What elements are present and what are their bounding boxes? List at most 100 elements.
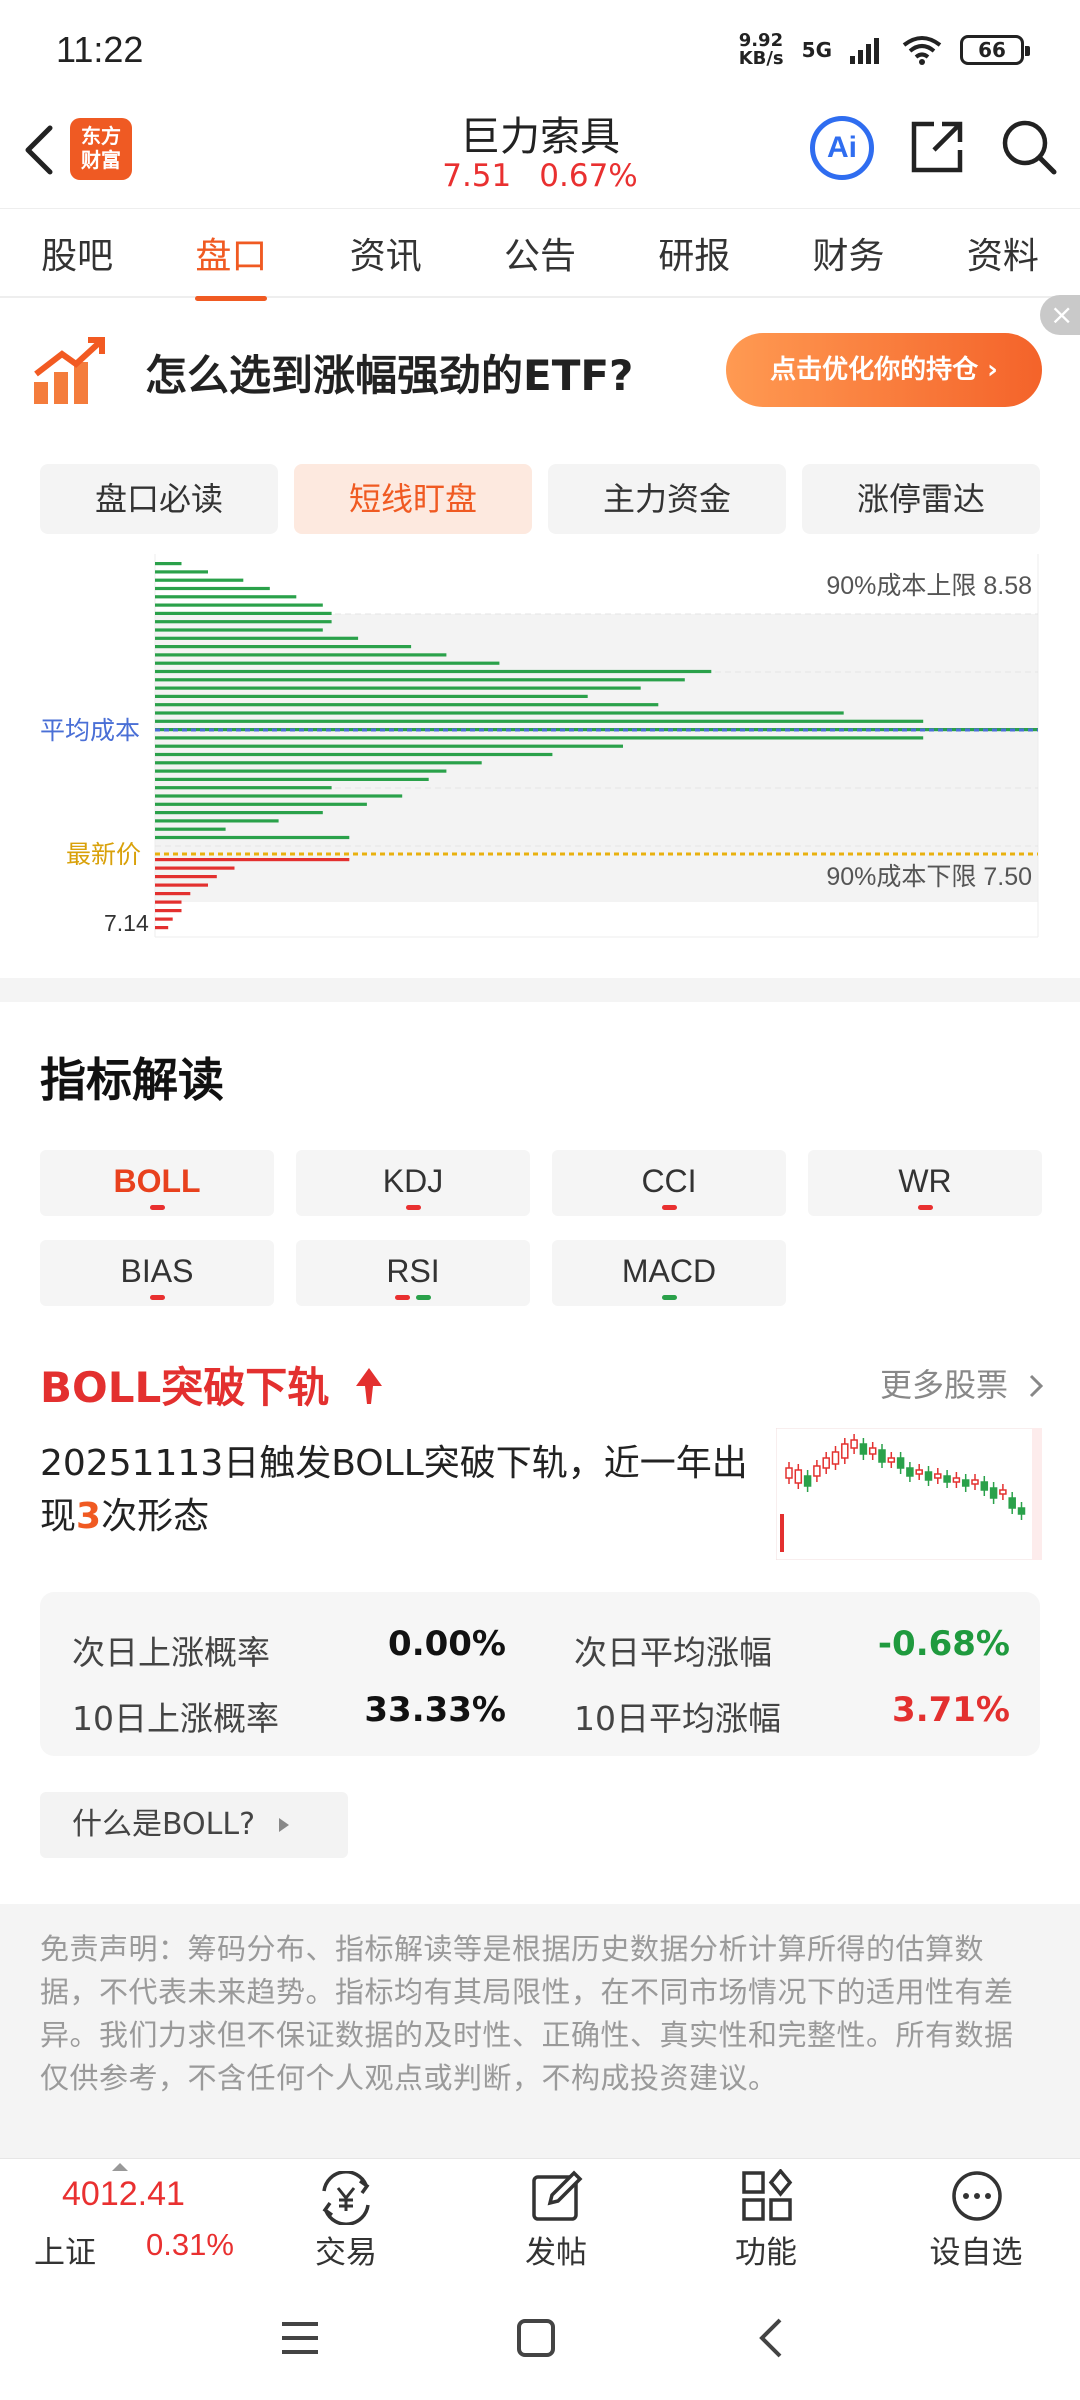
- chip-bar-green: [155, 827, 226, 831]
- menu-icon[interactable]: [280, 2320, 320, 2356]
- kline-candle: [934, 1473, 942, 1479]
- indicator-cci[interactable]: CCI: [552, 1150, 786, 1216]
- ten-day-up-prob-label: 10日上涨概率: [72, 1699, 279, 1738]
- indicator-marks: [552, 1205, 786, 1210]
- mini-kline-chart[interactable]: [776, 1428, 1042, 1560]
- index-name: 上证: [34, 2235, 96, 2271]
- chip-bar-green: [155, 586, 270, 591]
- more-stocks-link[interactable]: 更多股票: [880, 1360, 1046, 1406]
- kline-candle: [822, 1457, 830, 1469]
- indicator-marks: [808, 1205, 1042, 1210]
- indicator-kdj[interactable]: KDJ: [296, 1150, 530, 1216]
- ten-day-avg-label: 10日平均涨幅: [574, 1699, 781, 1738]
- chip-bar-red: [155, 883, 208, 887]
- index-quote[interactable]: 4012.41 上证 0.31%: [0, 2159, 250, 2275]
- main-tabs: 股吧 盘口 资讯 公告 研报 财务 资料: [0, 208, 1080, 301]
- chip-bar-red: [155, 892, 191, 896]
- kline-candle: [859, 1443, 868, 1455]
- avg-cost-label: 平均成本: [40, 716, 140, 745]
- subtab-main-funds[interactable]: 主力资金: [548, 464, 786, 534]
- chip-bar-green: [155, 811, 323, 815]
- indicator-wr[interactable]: WR: [808, 1150, 1042, 1216]
- kline-candle: [794, 1469, 803, 1484]
- search-icon[interactable]: [1000, 118, 1058, 176]
- kline-candle: [887, 1457, 896, 1463]
- chip-bar-green: [155, 570, 208, 574]
- chip-bar-green: [155, 678, 685, 682]
- optimize-holdings-button[interactable]: 点击优化你的持仓 ›: [726, 333, 1042, 407]
- kline-candle: [850, 1439, 858, 1449]
- tab-announcements[interactable]: 公告: [500, 227, 580, 279]
- caret-up-icon: [112, 2163, 128, 2171]
- more-circle-icon: [952, 2171, 1002, 2221]
- kline-candle: [896, 1457, 905, 1469]
- home-icon[interactable]: [516, 2318, 556, 2358]
- indicator-marks: [552, 1295, 786, 1300]
- indicator-label: BOLL: [113, 1163, 201, 1199]
- indicator-marks: [296, 1295, 530, 1300]
- indicator-label: RSI: [386, 1253, 440, 1289]
- indicator-label: MACD: [621, 1253, 717, 1289]
- stock-header: 东方财富 巨力索具 7.51 0.67% Ai: [0, 100, 1080, 205]
- next-day-avg-label: 次日平均涨幅: [574, 1633, 772, 1672]
- chip-bar-green: [155, 686, 641, 690]
- index-pct: 0.31%: [146, 2227, 234, 2262]
- indicator-rsi[interactable]: RSI: [296, 1240, 530, 1306]
- signal-icon: [850, 38, 879, 64]
- function-label: 功能: [735, 2235, 797, 2271]
- banner-close-icon[interactable]: ×: [1040, 295, 1080, 335]
- what-is-boll-label: 什么是BOLL?: [72, 1807, 256, 1842]
- chip-bar-green: [155, 719, 924, 723]
- kline-candle: [943, 1475, 951, 1483]
- tab-pankou[interactable]: 盘口: [191, 227, 271, 301]
- kline-candle: [1008, 1497, 1016, 1509]
- banner-text: 怎么选到涨幅强劲的ETF?: [145, 351, 634, 400]
- status-bar: 11:22 9.92 KB/s 5G 66: [0, 0, 1080, 100]
- system-nav-bar: [0, 2274, 1080, 2400]
- battery-level: 66: [978, 38, 1006, 62]
- yuan-cycle-icon: [322, 2171, 370, 2225]
- chip-bar-green: [155, 802, 367, 806]
- kline-candle: [868, 1447, 877, 1455]
- min-price-label: 7.14: [104, 910, 149, 936]
- network-speed: 9.92 KB/s: [738, 30, 784, 69]
- chip-bar-green: [155, 628, 323, 632]
- chip-distribution-chart: 90%成本上限 8.58 90%成本下限 7.50 平均成本 最新价 7.14: [0, 552, 1080, 942]
- signal-description: 20251113日触发BOLL突破下轨，近一年出现3次形态: [40, 1437, 760, 1543]
- tab-finance[interactable]: 财务: [809, 227, 889, 279]
- chip-bar-green: [155, 645, 412, 649]
- network-type: 5G: [801, 38, 832, 62]
- back-icon[interactable]: [756, 2316, 786, 2360]
- arrow-up-icon: [355, 1368, 382, 1404]
- chip-bar-green: [155, 562, 182, 566]
- indicator-bias[interactable]: BIAS: [40, 1240, 274, 1306]
- tab-research[interactable]: 研报: [654, 227, 734, 279]
- share-icon[interactable]: [908, 118, 966, 176]
- chip-bar-green: [155, 794, 403, 798]
- chip-bar-green: [155, 752, 553, 757]
- subtab-limit-up-radar[interactable]: 涨停雷达: [802, 464, 1040, 534]
- ai-button[interactable]: Ai: [810, 116, 874, 180]
- kline-candle: [831, 1451, 840, 1465]
- kline-candle: [785, 1467, 793, 1479]
- upper-cost-label: 90%成本上限 8.58: [826, 572, 1032, 600]
- chip-bar-green: [155, 611, 332, 615]
- ai-icon: Ai: [827, 131, 857, 164]
- indicator-boll[interactable]: BOLL: [40, 1150, 274, 1216]
- status-time: 11:22: [56, 29, 144, 70]
- tab-profile[interactable]: 资料: [963, 227, 1043, 279]
- next-day-avg-value: -0.68%: [877, 1624, 1010, 1664]
- subtab-short-term[interactable]: 短线盯盘: [294, 464, 532, 534]
- indicator-macd[interactable]: MACD: [552, 1240, 786, 1306]
- etf-ad-banner[interactable]: 怎么选到涨幅强劲的ETF? 点击优化你的持仓 ›: [0, 300, 1080, 440]
- chip-bar-green: [155, 769, 447, 773]
- chip-bar-red: [155, 900, 182, 904]
- grid-apps-icon: [742, 2169, 793, 2221]
- tab-news[interactable]: 资讯: [346, 227, 426, 279]
- kline-candle: [878, 1449, 886, 1463]
- chip-bar-green: [155, 736, 924, 740]
- what-is-boll-button[interactable]: 什么是BOLL?: [40, 1792, 348, 1858]
- subtab-must-read[interactable]: 盘口必读: [40, 464, 278, 534]
- tab-guba[interactable]: 股吧: [37, 227, 117, 279]
- index-value: 4012.41: [62, 2175, 185, 2213]
